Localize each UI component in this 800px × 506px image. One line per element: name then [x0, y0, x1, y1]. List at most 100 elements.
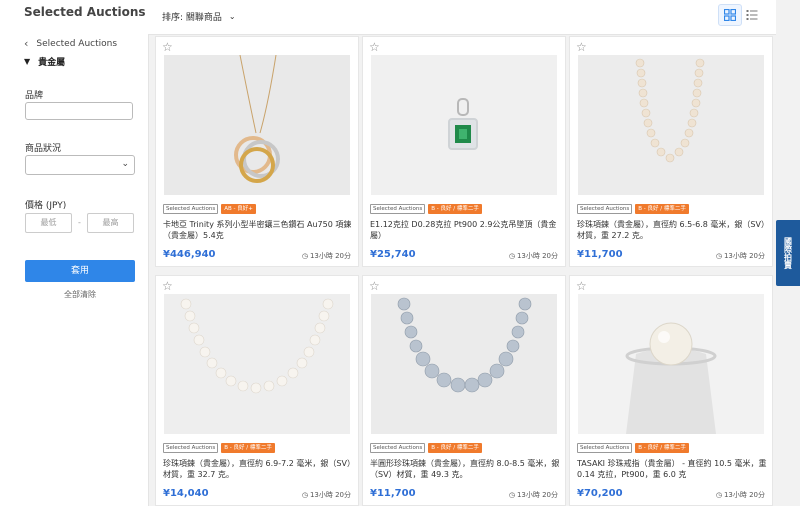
condition-tag: B - 良好 / 標準二手 — [428, 443, 482, 453]
product-title[interactable]: 半圓形珍珠項鍊（貴金屬），直徑約 8.0-8.5 毫米，銀（SV）材質，重 49… — [370, 458, 560, 480]
clock-icon: ◷ — [301, 491, 308, 499]
product-image-pearl-ring[interactable] — [578, 294, 764, 434]
product-card[interactable]: ☆ Selected Auctions B - 良好 / 標準二手 E1.12克… — [362, 36, 566, 267]
condition-tag: B - 良好 / 標準二手 — [635, 204, 689, 214]
product-image-grey-pearl-necklace[interactable] — [371, 294, 557, 434]
tag-row: Selected Auctions B - 良好 / 標準二手 — [370, 443, 482, 453]
product-card[interactable]: ☆ Selected Auctions B - 良好 / 標準二手 珍珠項鍊（貴… — [569, 36, 773, 267]
grid-view-icon — [724, 9, 736, 21]
clock-icon: ◷ — [508, 491, 515, 499]
list-view-icon — [746, 10, 758, 20]
price-label: 價格 (JPY) — [25, 201, 67, 211]
tag-row: Selected Auctions AB - 良好+ — [163, 204, 256, 214]
time-left-value: 13小時 20分 — [309, 252, 351, 260]
favorite-star-icon[interactable]: ☆ — [369, 40, 380, 54]
grid-view-button[interactable] — [718, 4, 742, 26]
back-category-link[interactable]: ‹ Selected Auctions — [24, 37, 117, 50]
price-max-input[interactable]: 最高 — [87, 213, 134, 233]
time-left-value: 13小時 20分 — [516, 252, 558, 260]
clock-icon: ◷ — [301, 252, 308, 260]
product-card[interactable]: ☆ Selected Auctions B - 良好 / 標準二手 半圓形珍珠項… — [362, 275, 566, 506]
time-left: ◷ 13小時 20分 — [302, 251, 351, 261]
product-card[interactable]: ☆ Selected Auctions B - 良好 / 標準二手 珍珠項鍊（貴… — [155, 275, 359, 506]
product-title[interactable]: 珍珠項鍊（貴金屬），直徑約 6.5-6.8 毫米，銀（SV）材質，重 27.2 … — [577, 219, 767, 241]
seller-tag: Selected Auctions — [163, 204, 219, 214]
grey-pearl-necklace-illustration — [397, 297, 532, 393]
brand-input[interactable] — [25, 102, 133, 120]
pearl-necklace-illustration — [635, 58, 705, 163]
current-category[interactable]: ▼ 貴金屬 — [24, 55, 65, 68]
product-image-white-pearl-necklace[interactable] — [164, 294, 350, 434]
product-price: ¥70,200 — [577, 488, 623, 499]
apply-button[interactable]: 套用 — [25, 260, 135, 282]
gold-trinity-necklace-illustration — [234, 55, 280, 183]
sort-dropdown[interactable]: 排序: 關聯商品 ⌄ — [162, 10, 236, 23]
time-left-value: 13小時 20分 — [309, 491, 351, 499]
time-left: ◷ 13小時 20分 — [302, 490, 351, 500]
time-left-value: 13小時 20分 — [723, 252, 765, 260]
favorite-star-icon[interactable]: ☆ — [162, 279, 173, 293]
product-title[interactable]: 珍珠項鍊（貴金屬），直徑約 6.9-7.2 毫米，銀（SV）材質，重 32.7 … — [163, 458, 353, 480]
product-card[interactable]: ☆ Selected Auctions AB - 良好+ 卡地亞 Trinity… — [155, 36, 359, 267]
time-left: ◷ 13小時 20分 — [509, 251, 558, 261]
favorite-star-icon[interactable]: ☆ — [162, 40, 173, 54]
emerald-pendant-illustration — [448, 98, 478, 150]
seller-tag: Selected Auctions — [577, 204, 633, 214]
condition-tag: B - 良好 / 標準二手 — [221, 443, 275, 453]
chevron-left-icon: ‹ — [24, 37, 29, 50]
results-toolbar: 排序: 關聯商品 ⌄ — [148, 0, 776, 35]
clear-all-link[interactable]: 全部清除 — [25, 289, 135, 300]
condition-label: 商品狀況 — [25, 144, 62, 154]
white-pearl-necklace-illustration — [180, 298, 334, 394]
current-category-label: 貴金屬 — [38, 58, 66, 68]
back-link-label: Selected Auctions — [36, 38, 118, 49]
seller-tag: Selected Auctions — [577, 443, 633, 453]
time-left-value: 13小時 20分 — [723, 491, 765, 499]
time-left-value: 13小時 20分 — [516, 491, 558, 499]
favorite-star-icon[interactable]: ☆ — [576, 279, 587, 293]
condition-tag: AB - 良好+ — [221, 204, 256, 214]
product-image-emerald-pendant[interactable] — [371, 55, 557, 195]
condition-tag: B - 良好 / 標準二手 — [635, 443, 689, 453]
product-image-pearl-necklace[interactable] — [578, 55, 764, 195]
product-price: ¥14,040 — [163, 488, 209, 499]
time-left: ◷ 13小時 20分 — [509, 490, 558, 500]
clock-icon: ◷ — [715, 252, 722, 260]
chevron-down-icon: ⌄ — [228, 12, 236, 21]
filter-sidebar: Selected Auctions ‹ Selected Auctions ▼ … — [0, 0, 149, 506]
favorite-star-icon[interactable]: ☆ — [576, 40, 587, 54]
seller-tag: Selected Auctions — [370, 204, 426, 214]
product-title[interactable]: E1.12克拉 D0.28克拉 Pt900 2.9公克吊墜頂（貴金屬） — [370, 219, 560, 241]
brand-label: 品牌 — [25, 91, 44, 101]
tag-row: Selected Auctions B - 良好 / 標準二手 — [370, 204, 482, 214]
product-image-necklace-gold[interactable] — [164, 55, 350, 195]
clock-icon: ◷ — [508, 252, 515, 260]
condition-tag: B - 良好 / 標準二手 — [428, 204, 482, 214]
clock-icon: ◷ — [715, 491, 722, 499]
pearl-ring-illustration — [625, 322, 717, 434]
tag-row: Selected Auctions B - 良好 / 標準二手 — [577, 204, 689, 214]
product-price: ¥11,700 — [370, 488, 416, 499]
seller-tag: Selected Auctions — [370, 443, 426, 453]
favorite-star-icon[interactable]: ☆ — [369, 279, 380, 293]
price-min-input[interactable]: 最低 — [25, 213, 72, 233]
sort-label: 排序: 關聯商品 — [162, 13, 222, 23]
condition-select[interactable]: ⌄ — [25, 155, 135, 175]
tag-row: Selected Auctions B - 良好 / 標準二手 — [163, 443, 275, 453]
tag-row: Selected Auctions B - 良好 / 標準二手 — [577, 443, 689, 453]
product-title[interactable]: TASAKI 珍珠戒指（貴金屬） - 直徑約 10.5 毫米，重 0.14 克拉… — [577, 458, 767, 480]
product-price: ¥25,740 — [370, 249, 416, 260]
time-left: ◷ 13小時 20分 — [716, 490, 765, 500]
price-separator: - — [78, 218, 81, 227]
list-view-button[interactable] — [740, 4, 764, 26]
seller-tag: Selected Auctions — [163, 443, 219, 453]
sidebar-title: Selected Auctions — [24, 5, 146, 19]
time-left: ◷ 13小時 20分 — [716, 251, 765, 261]
product-title[interactable]: 卡地亞 Trinity 系列小型半密鑲三色鑽石 Au750 項鍊（貴金屬）5.4… — [163, 219, 353, 241]
product-price: ¥11,700 — [577, 249, 623, 260]
product-price: ¥446,940 — [163, 249, 216, 260]
chevron-down-icon: ▼ — [24, 57, 31, 66]
chevron-down-icon: ⌄ — [121, 159, 129, 169]
feedback-side-tab[interactable]: 國際拍賣 — [776, 220, 800, 286]
product-card[interactable]: ☆ Selected Auctions B - 良好 / 標準二手 TASAKI… — [569, 275, 773, 506]
